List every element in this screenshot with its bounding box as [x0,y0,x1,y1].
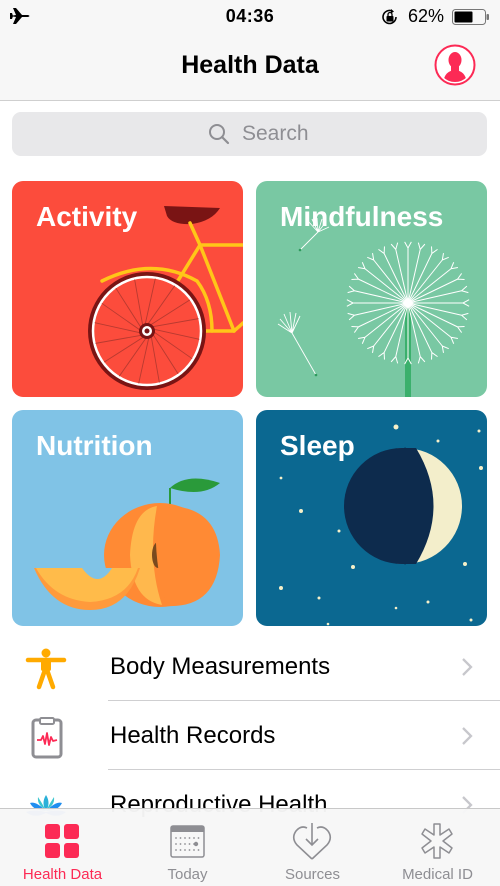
tab-label: Medical ID [402,866,473,883]
body-figure-icon [25,648,67,690]
rotation-lock-icon [382,9,397,25]
tile-label: Nutrition [36,430,153,461]
profile-icon[interactable] [434,44,476,86]
battery-icon [452,9,489,25]
search-icon [209,124,230,145]
asterisk-icon [421,823,453,859]
chevron-right-icon [462,658,473,676]
tile-nutrition[interactable]: Nutrition [12,410,243,626]
tab-label: Sources [284,866,341,883]
tile-mindfulness[interactable]: Mindfulness [256,181,487,397]
list-item-label: Health Records [110,722,276,749]
tab-bar: Health Data Today Sources Medical ID [0,808,500,886]
search-field[interactable]: Search [12,112,487,156]
tile-activity[interactable]: Activity [12,181,243,397]
page-title: Health Data [181,51,319,79]
tab-sources[interactable]: Sources [250,809,375,886]
search-placeholder: Search [242,122,309,145]
grid-icon [45,824,79,858]
tile-label: Activity [36,201,138,232]
tile-label: Sleep [280,430,355,461]
chevron-right-icon [462,727,473,745]
list-item-health-records[interactable]: Health Records [0,701,500,770]
status-bar: 04:36 62% [0,0,500,34]
navigation-bar: Health Data [0,34,500,101]
tab-health-data[interactable]: Health Data [0,809,125,886]
tab-today[interactable]: Today [125,809,250,886]
list-item-label: Body Measurements [110,653,331,680]
tile-sleep[interactable]: Sleep [256,410,487,626]
tab-label: Today [167,866,208,883]
calendar-icon [170,825,205,858]
clipboard-icon [31,717,63,759]
tab-medical-id[interactable]: Medical ID [375,809,500,886]
tile-label: Mindfulness [280,201,444,232]
list-item-body-measurements[interactable]: Body Measurements [0,632,500,701]
heart-download-icon [292,823,332,860]
battery-percentage: 62% [408,6,445,26]
tab-label: Health Data [22,866,103,883]
